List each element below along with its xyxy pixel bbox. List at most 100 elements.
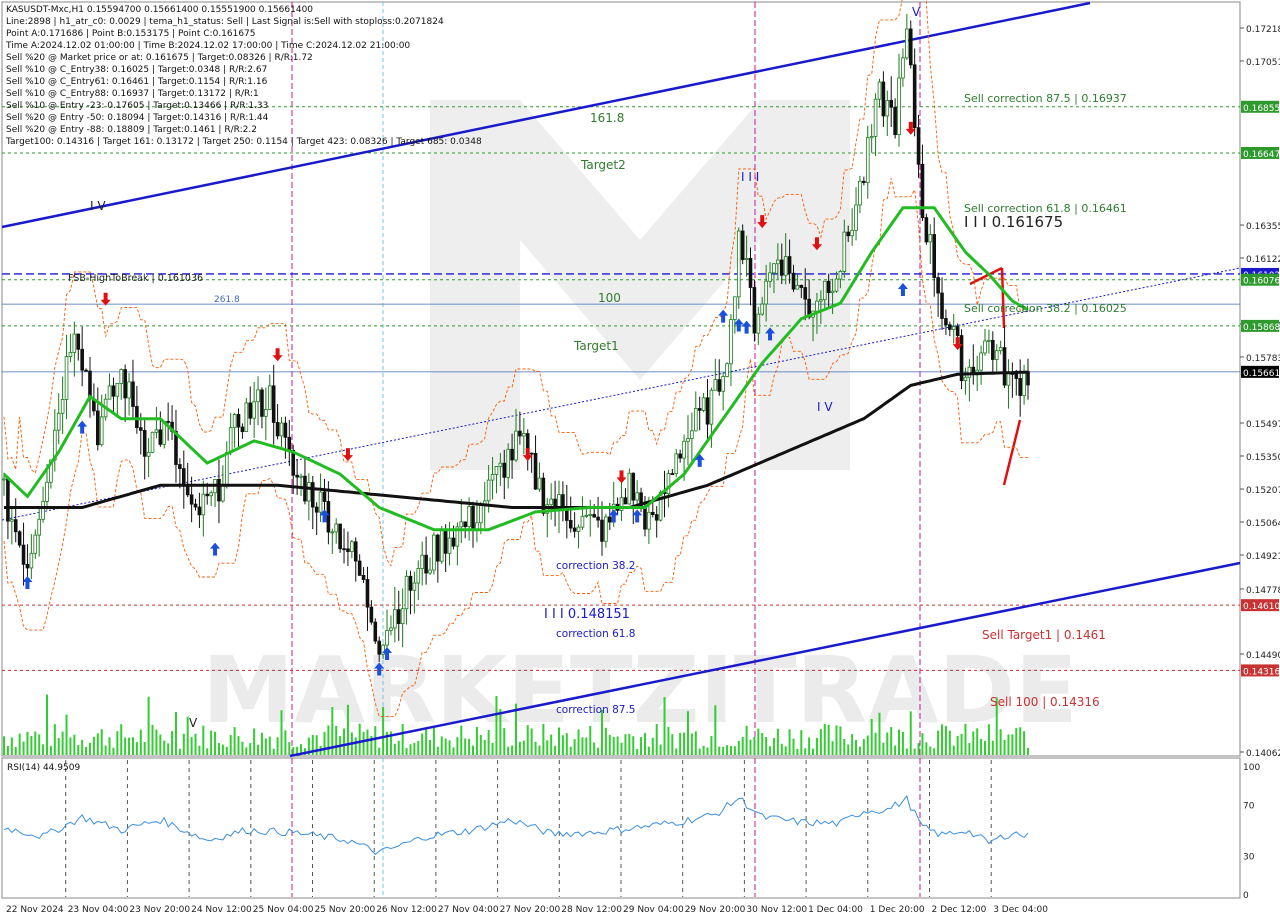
bull-candle (350, 541, 354, 552)
wave4-label: I V (817, 400, 833, 414)
volume-bar (440, 736, 443, 755)
volume-bar (733, 746, 736, 755)
bear-candle (643, 505, 647, 530)
bear-candle (322, 491, 327, 502)
wave3-top-label: I I I (741, 170, 759, 184)
volume-bar (847, 744, 850, 755)
info-line: Point A:0.171686 | Point B:0.153175 | Po… (6, 29, 256, 39)
bear-candle (377, 640, 382, 655)
volume-bar (819, 729, 822, 755)
bull-candle (865, 137, 870, 183)
volume-bar (104, 745, 107, 755)
bear-candle (436, 534, 440, 562)
bear-candle (791, 272, 796, 290)
bear-candle (353, 541, 358, 562)
bear-candle (529, 452, 534, 455)
volume-bar (647, 746, 650, 755)
bear-candle (135, 406, 139, 429)
bear-candle (451, 537, 456, 547)
bear-candle (471, 506, 475, 531)
volume-bar (174, 712, 177, 755)
volume-bar (116, 731, 119, 755)
bear-candle (361, 574, 366, 580)
volume-bar (1015, 727, 1018, 755)
bull-candle (834, 278, 839, 292)
bear-candle (408, 575, 413, 591)
info-line: Sell %10 @ Entry -23: 0.17605 | Target:0… (6, 101, 268, 111)
volume-bar (378, 747, 381, 755)
volume-bar (569, 746, 572, 755)
bear-candle (338, 523, 342, 550)
bear-candle (670, 473, 675, 475)
bull-candle (224, 452, 229, 486)
volume-bar (526, 725, 529, 755)
bull-candle (987, 339, 991, 342)
bull-candle (858, 180, 862, 206)
bull-candle (318, 491, 323, 513)
volume-bar (929, 746, 932, 755)
volume-bar (655, 724, 658, 755)
volume-bar (10, 737, 13, 755)
volume-bar (565, 733, 568, 755)
volume-bar (722, 746, 725, 755)
bull-candle (252, 401, 256, 419)
volume-bar (272, 748, 275, 755)
volume-bar (292, 746, 295, 755)
volume-bar (788, 729, 791, 755)
volume-bar (561, 735, 564, 755)
volume-bar (100, 729, 103, 755)
bear-candle (705, 397, 710, 425)
bull-candle (967, 366, 972, 378)
volume-bar (917, 743, 920, 755)
volume-bar (92, 736, 95, 755)
bear-candle (205, 493, 210, 497)
volume-bar (1003, 740, 1006, 755)
volume-bar (679, 732, 682, 755)
bull-candle (400, 608, 405, 625)
bear-candle (971, 366, 976, 373)
bull-candle (701, 397, 706, 411)
info-line: Line:2898 | h1_atr_c0: 0.0029 | tema_h1_… (6, 17, 444, 27)
volume-bar (827, 724, 830, 755)
volume-bar (335, 725, 338, 755)
volume-bar (214, 731, 217, 755)
bear-candle (287, 436, 292, 451)
sell-target1-label: Sell Target1 | 0.1461 (982, 628, 1106, 642)
volume-bar (14, 746, 17, 755)
volume-bar (401, 724, 404, 755)
bear-candle (678, 453, 682, 459)
price-chart[interactable]: MARKETZITRADE 161.8 Target2 FSB-HighToBr… (0, 0, 1280, 920)
bull-candle (486, 479, 491, 502)
volume-bar (925, 742, 928, 755)
bull-candle (420, 554, 424, 569)
volume-bar (792, 738, 795, 755)
bull-candle (764, 280, 768, 305)
bull-candle (682, 440, 686, 459)
volume-bar (870, 718, 873, 755)
volume-bar (624, 734, 627, 755)
bull-candle (850, 229, 854, 237)
volume-bar (901, 731, 904, 755)
info-line: Sell %20 @ Entry -88: 0.18809 | Target:0… (6, 125, 257, 135)
bear-candle (142, 429, 147, 457)
volume-bar (589, 725, 592, 755)
bear-candle (881, 81, 886, 117)
bull-candle (776, 259, 780, 265)
rsi-tick-label: 0 (1243, 891, 1249, 901)
bull-candle (576, 526, 581, 532)
bull-candle (713, 379, 718, 391)
volume-bar (956, 735, 959, 755)
bull-candle (928, 234, 933, 243)
volume-bar (835, 725, 838, 755)
bull-candle (815, 300, 819, 312)
volume-bar (765, 737, 768, 755)
rsi-label: RSI(14) 44.9509 (7, 763, 80, 773)
bull-candle (447, 537, 452, 554)
bull-candle (588, 514, 593, 516)
volume-bar (894, 745, 897, 755)
volume-bar (616, 736, 619, 755)
volume-bar (202, 725, 205, 755)
time-tick-label: 30 Nov 12:00 (746, 905, 807, 915)
bull-candle (494, 466, 499, 475)
bull-candle (256, 389, 260, 403)
